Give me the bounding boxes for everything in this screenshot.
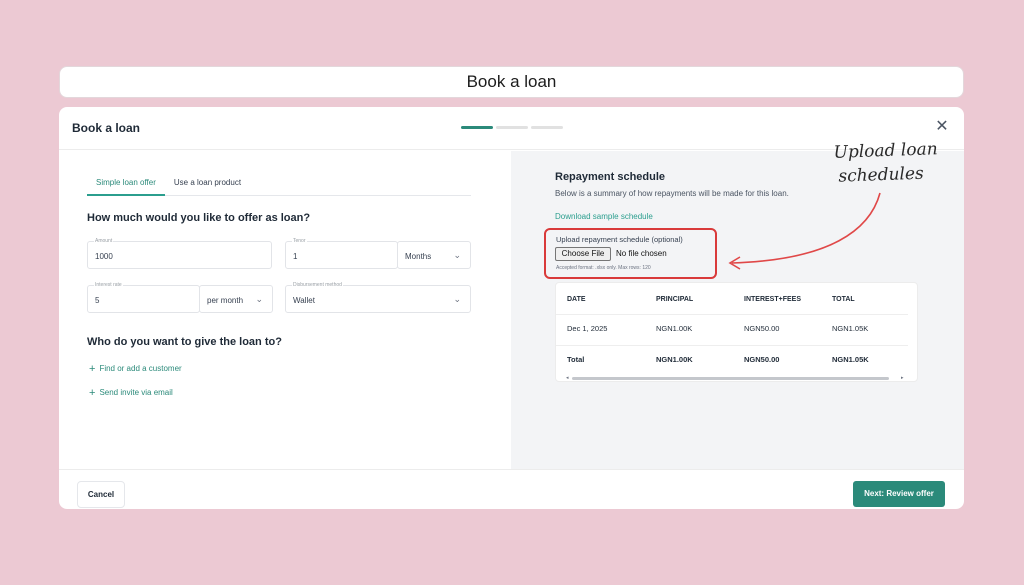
modal-header: Book a loan ✕ — [59, 107, 964, 150]
cell-total: NGN1.05K — [832, 324, 869, 333]
step-2 — [496, 126, 528, 129]
cancel-button[interactable]: Cancel — [77, 481, 125, 508]
upload-schedule-box: Upload repayment schedule (optional) Cho… — [544, 228, 717, 279]
modal-title: Book a loan — [72, 121, 141, 135]
amount-question: How much would you like to offer as loan… — [87, 212, 311, 224]
interest-rate-value: 5 — [95, 296, 100, 305]
scroll-right-icon[interactable]: ▸ — [901, 375, 904, 381]
annotation-arrow-icon — [728, 192, 881, 270]
tenor-field[interactable]: Tenor 1 — [285, 238, 398, 269]
send-invite-link[interactable]: + Send invite via email — [89, 386, 173, 399]
close-icon[interactable]: ✕ — [934, 119, 950, 135]
no-file-text: No file chosen — [616, 249, 667, 258]
total-total: NGN1.05K — [832, 355, 869, 364]
tenor-unit-select[interactable]: Months ⌄ — [397, 241, 471, 269]
step-indicator — [461, 126, 563, 129]
col-principal: PRINCIPAL — [656, 296, 694, 303]
total-label: Total — [567, 355, 585, 364]
interest-unit-select[interactable]: per month ⌄ — [199, 285, 273, 313]
tenor-unit-value: Months — [405, 252, 432, 261]
total-principal: NGN1.00K — [656, 355, 693, 364]
next-review-offer-button[interactable]: Next: Review offer — [853, 481, 945, 507]
scroll-left-icon[interactable]: ◂ — [566, 375, 569, 381]
disbursement-method-label: Disbursement method — [292, 282, 343, 288]
divider — [556, 345, 908, 346]
repayment-schedule-title: Repayment schedule — [555, 171, 666, 183]
disbursement-method-value: Wallet — [293, 296, 315, 305]
customer-question: Who do you want to give the loan to? — [87, 336, 282, 348]
tab-use-loan-product[interactable]: Use a loan product — [165, 171, 250, 196]
amount-label: Amount — [94, 238, 114, 244]
annotation-text: Upload loan schedules — [833, 137, 939, 189]
interest-rate-label: Interest rate — [94, 282, 123, 288]
upload-label: Upload repayment schedule (optional) — [556, 235, 683, 244]
send-invite-label: Send invite via email — [99, 388, 173, 397]
col-total: TOTAL — [832, 296, 855, 303]
amount-value: 1000 — [95, 252, 113, 261]
cell-interest-fees: NGN50.00 — [744, 324, 780, 333]
accepted-format-text: Accepted format: .xlsx only. Max rows: 1… — [556, 265, 651, 271]
disbursement-method-select[interactable]: Disbursement method Wallet ⌄ — [285, 282, 471, 313]
step-1 — [461, 126, 493, 129]
choose-file-button[interactable]: Choose File — [555, 247, 611, 261]
repayment-table: DATE PRINCIPAL INTEREST+FEES TOTAL Dec 1… — [555, 282, 918, 382]
chevron-down-icon: ⌄ — [255, 294, 263, 304]
total-interest-fees: NGN50.00 — [744, 355, 780, 364]
tenor-value: 1 — [293, 252, 298, 261]
interest-unit-value: per month — [207, 296, 244, 305]
plus-icon: + — [89, 386, 96, 399]
step-3 — [531, 126, 563, 129]
col-date: DATE — [567, 296, 586, 303]
download-sample-link[interactable]: Download sample schedule — [555, 212, 653, 221]
page-banner: Book a loan — [59, 66, 964, 98]
annotation-line-1: Upload loan — [833, 139, 938, 163]
find-add-customer-label: Find or add a customer — [99, 364, 182, 373]
loan-tabs: Simple loan offer Use a loan product — [87, 171, 471, 196]
find-add-customer-link[interactable]: + Find or add a customer — [89, 362, 182, 375]
chevron-down-icon: ⌄ — [453, 250, 461, 260]
tenor-label: Tenor — [292, 238, 307, 244]
interest-rate-field[interactable]: Interest rate 5 — [87, 282, 200, 313]
book-loan-modal: Book a loan ✕ Simple loan offer Use a lo… — [59, 107, 964, 509]
loan-form-pane: Simple loan offer Use a loan product How… — [59, 151, 511, 469]
banner-title: Book a loan — [466, 72, 557, 91]
cell-principal: NGN1.00K — [656, 324, 693, 333]
plus-icon: + — [89, 362, 96, 375]
amount-field[interactable]: Amount 1000 — [87, 238, 272, 269]
chevron-down-icon: ⌄ — [453, 294, 461, 304]
col-interest-fees: INTEREST+FEES — [744, 296, 801, 303]
modal-footer: Cancel Next: Review offer — [59, 469, 964, 509]
divider — [556, 314, 908, 315]
cell-date: Dec 1, 2025 — [567, 324, 608, 333]
horizontal-scrollbar[interactable] — [572, 377, 889, 380]
tab-simple-loan-offer[interactable]: Simple loan offer — [87, 171, 165, 196]
